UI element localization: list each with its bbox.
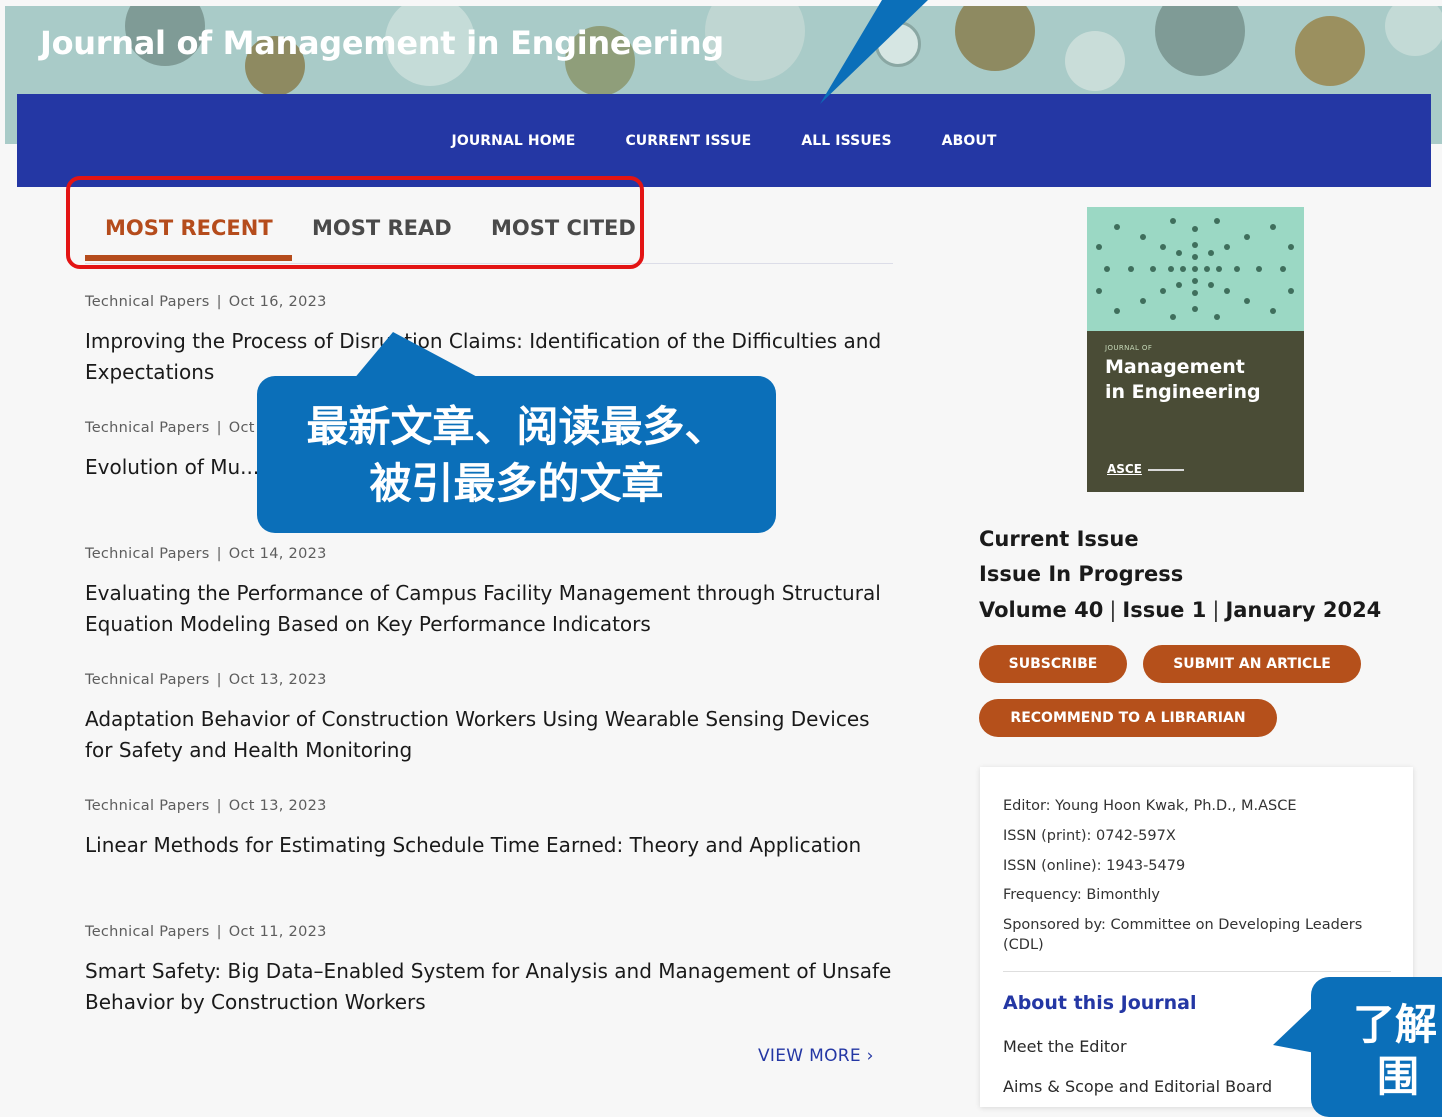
- view-more-link[interactable]: VIEW MORE ›: [758, 1046, 874, 1066]
- article-tabs: MOST RECENT MOST READ MOST CITED: [85, 206, 893, 264]
- issue-date: January 2024: [1225, 598, 1382, 622]
- editor-info: Editor: Young Hoon Kwak, Ph.D., M.ASCE: [1003, 798, 1297, 814]
- article-meta: Technical Papers | Oct 13, 2023: [85, 798, 327, 814]
- article-item: Technical Papers | Oct 13, 2023 Adaptation…: [85, 672, 895, 766]
- article-type[interactable]: Technical Papers: [85, 798, 210, 814]
- subscribe-button[interactable]: SUBSCRIBE: [979, 645, 1127, 683]
- recommend-librarian-button[interactable]: RECOMMEND TO A LIBRARIAN: [979, 699, 1277, 737]
- article-type[interactable]: Technical Papers: [85, 546, 210, 562]
- article-date: Oct 14, 2023: [228, 546, 327, 562]
- nav-current-issue[interactable]: CURRENT ISSUE: [625, 133, 751, 149]
- article-date: Oct 11, 2023: [228, 924, 327, 940]
- cover-kicker: JOURNAL OF: [1105, 344, 1153, 352]
- issn-print: ISSN (print): 0742-597X: [1003, 828, 1176, 844]
- nav-journal-home[interactable]: JOURNAL HOME: [452, 133, 576, 149]
- nav-about[interactable]: ABOUT: [942, 133, 997, 149]
- annotation-callout: 最新文章、阅读最多、 被引最多的文章: [257, 376, 776, 533]
- cover-logo-rule: [1148, 469, 1184, 471]
- banner-decor: [1385, 6, 1442, 56]
- article-date: Oct 13, 2023: [228, 672, 327, 688]
- article-title[interactable]: Adaptation Behavior of Construction Work…: [85, 704, 895, 766]
- article-type[interactable]: Technical Papers: [85, 294, 210, 310]
- journal-cover-image[interactable]: JOURNAL OF Management in Engineering ASC…: [1087, 207, 1304, 492]
- callout-side-line-1: 了解: [1353, 1000, 1438, 1049]
- article-type[interactable]: Technical Papers: [85, 420, 210, 436]
- issn-online: ISSN (online): 1943-5479: [1003, 858, 1186, 874]
- asce-logo: ASCE: [1107, 462, 1142, 476]
- issue-number: Issue 1: [1122, 598, 1207, 622]
- journal-title[interactable]: Journal of Management in Engineering: [40, 24, 724, 62]
- article-meta: Technical Papers | Oct 11, 2023: [85, 924, 327, 940]
- callout-side-line-2: 围: [1377, 1052, 1420, 1101]
- tab-most-read[interactable]: MOST READ: [312, 216, 452, 240]
- cover-pattern: [1087, 207, 1304, 331]
- annotation-callout-side: 了解 围: [1311, 977, 1442, 1117]
- article-type[interactable]: Technical Papers: [85, 672, 210, 688]
- article-title[interactable]: Linear Methods for Estimating Schedule T…: [85, 830, 895, 861]
- article-meta: Technical Papers|Oct 14, 2023: [85, 546, 327, 562]
- cover-title: Management in Engineering: [1105, 355, 1261, 405]
- article-type[interactable]: Technical Papers: [85, 924, 210, 940]
- cover-title-line-1: Management: [1105, 356, 1245, 378]
- banner-decor: [1065, 31, 1125, 91]
- info-divider: [1003, 971, 1391, 972]
- callout-line-1: 最新文章、阅读最多、: [306, 402, 727, 451]
- chevron-right-icon: ›: [866, 1046, 874, 1066]
- aims-scope-link[interactable]: Aims & Scope and Editorial Board: [1003, 1077, 1272, 1096]
- view-more-label: VIEW MORE: [758, 1046, 861, 1066]
- tab-most-cited[interactable]: MOST CITED: [491, 216, 636, 240]
- callout-pointer: [353, 332, 483, 380]
- submit-article-button[interactable]: SUBMIT AN ARTICLE: [1143, 645, 1361, 683]
- article-title[interactable]: Smart Safety: Big Data–Enabled System fo…: [85, 956, 895, 1018]
- banner-decor: [1155, 6, 1245, 76]
- article-meta: Technical Papers | Oct 16, 2023: [85, 294, 327, 310]
- callout-pointer-top: [820, 0, 928, 104]
- current-issue-heading[interactable]: Current Issue: [979, 527, 1139, 551]
- article-item: Technical Papers | Oct 14, 2023 Evaluating…: [85, 546, 895, 640]
- callout-line-2: 被引最多的文章: [369, 459, 664, 508]
- article-meta: Technical Papers | Oct 13, 2023: [85, 672, 327, 688]
- article-item: Technical Papers | Oct 11, 2023 Smart Safe…: [85, 924, 895, 1018]
- sponsor-info: Sponsored by: Committee on Developing Le…: [1003, 917, 1363, 953]
- active-tab-indicator: [85, 255, 292, 261]
- issue-details: Volume 40 | Issue 1 | January 2024: [979, 598, 1382, 622]
- main-nav: JOURNAL HOME CURRENT ISSUE ALL ISSUES AB…: [17, 94, 1431, 187]
- nav-all-issues[interactable]: ALL ISSUES: [801, 133, 891, 149]
- cover-title-line-2: in Engineering: [1105, 381, 1261, 403]
- tab-most-recent[interactable]: MOST RECENT: [105, 216, 273, 240]
- article-date: Oct 13, 2023: [228, 798, 327, 814]
- banner-decor: [955, 6, 1035, 71]
- banner-decor: [1295, 16, 1365, 86]
- frequency-info: Frequency: Bimonthly: [1003, 887, 1160, 903]
- article-item: Technical Papers | Oct 13, 2023 Linear Met…: [85, 798, 895, 861]
- about-journal-heading: About this Journal: [1003, 992, 1197, 1014]
- meet-editor-link[interactable]: Meet the Editor: [1003, 1037, 1127, 1056]
- article-title[interactable]: Evaluating the Performance of Campus Fac…: [85, 578, 895, 640]
- issue-in-progress[interactable]: Issue In Progress: [979, 562, 1183, 586]
- issue-volume: Volume 40: [979, 598, 1104, 622]
- article-date: Oct 16, 2023: [228, 294, 327, 310]
